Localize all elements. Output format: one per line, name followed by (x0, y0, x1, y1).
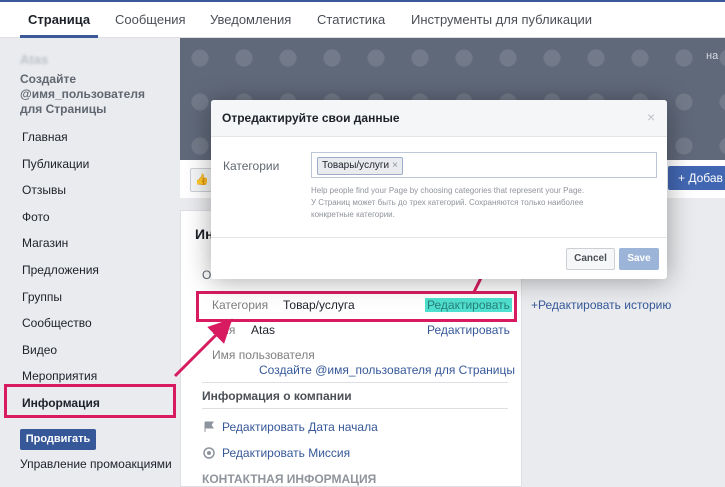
category-chip-label: Товары/услуги (322, 160, 390, 171)
help-line: конкретные категории. (311, 210, 395, 219)
edit-details-modal: Отредактируйте свои данные × Категории Т… (211, 100, 667, 279)
help-line: У Страниц может быть до трех категорий. … (311, 198, 584, 207)
remove-chip-icon[interactable]: × (392, 160, 398, 171)
modal-footer: Cancel Save (211, 237, 667, 279)
category-chip[interactable]: Товары/услуги × (317, 157, 403, 175)
categories-label: Категории (223, 159, 280, 173)
save-button[interactable]: Save (619, 248, 659, 270)
help-line: Help people find your Page by choosing c… (311, 186, 585, 195)
arrow-to-category (173, 318, 233, 378)
categories-help: Help people find your Page by choosing c… (311, 185, 661, 221)
modal-title: Отредактируйте свои данные (222, 111, 400, 125)
categories-input[interactable]: Товары/услуги × (311, 152, 657, 178)
cancel-button[interactable]: Cancel (566, 248, 615, 270)
modal-header: Отредактируйте свои данные × (211, 100, 667, 137)
close-icon[interactable]: × (647, 109, 655, 125)
